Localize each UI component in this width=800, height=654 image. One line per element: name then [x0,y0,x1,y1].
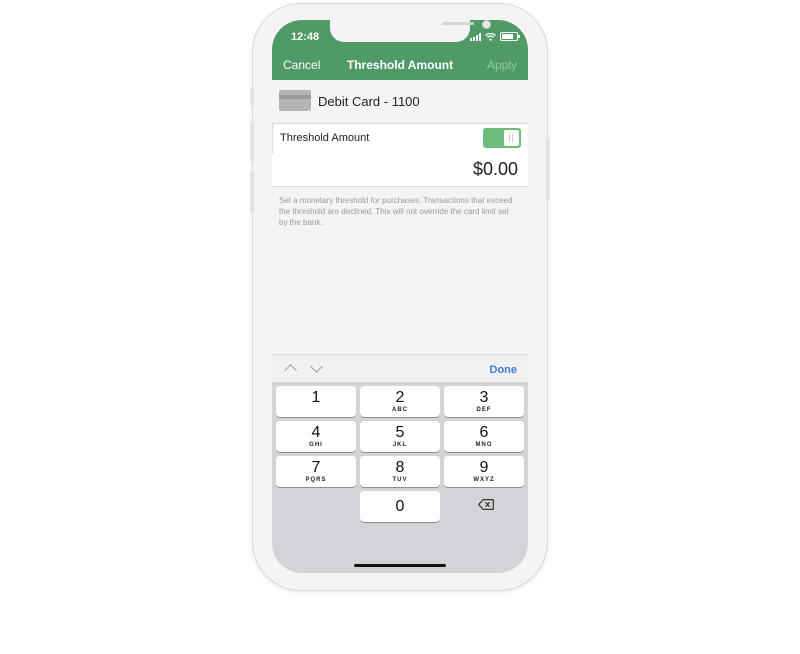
key-letters: PQRS [305,477,327,483]
signal-icon [470,32,481,41]
key-digit: 8 [395,459,405,476]
volume-up-button [250,122,254,162]
amount-field[interactable]: $0.00 [272,154,528,187]
notch [330,20,491,42]
keyboard-toolbar: Done [272,354,528,383]
key-digit: 3 [479,389,489,406]
key-9[interactable]: 9 WXYZ [444,456,524,487]
key-digit: 9 [479,459,489,476]
key-1[interactable]: 1 [276,386,356,417]
key-0[interactable]: 0 [360,491,440,522]
silent-switch [250,88,254,106]
key-digit: 0 [395,498,405,515]
numeric-keypad: 1 2 ABC 3 DEF 4 GHI 5 JKL 6 MNO 7 PQRS 8 [272,382,528,573]
power-button [546,138,550,200]
wifi-icon [485,32,496,41]
key-letters: TUV [392,477,408,483]
key-letters: ABC [392,407,408,413]
key-digit: 5 [395,424,405,441]
toggle-knob [504,130,519,146]
key-letters: JKL [392,442,408,448]
key-digit: 6 [479,424,489,441]
threshold-toggle[interactable] [483,128,521,148]
phone-screen: 12:48 Cancel Threshold Amount Apply Debi… [272,20,528,573]
key-digit: 7 [311,459,321,476]
key-3[interactable]: 3 DEF [444,386,524,417]
chevron-up-icon[interactable] [284,364,297,377]
status-icons [470,32,520,41]
battery-icon [500,32,520,41]
key-digit: 4 [311,424,321,441]
key-4[interactable]: 4 GHI [276,421,356,452]
key-6[interactable]: 6 MNO [444,421,524,452]
key-5[interactable]: 5 JKL [360,421,440,452]
key-8[interactable]: 8 TUV [360,456,440,487]
camera [482,20,491,29]
amount-value: $0.00 [472,159,518,179]
threshold-toggle-row: Threshold Amount [272,123,528,155]
credit-card-icon [279,90,311,111]
threshold-description: Set a monetary threshold for purchases. … [279,196,513,227]
key-letters: DEF [476,407,492,413]
key-7[interactable]: 7 PQRS [276,456,356,487]
status-time: 12:48 [291,31,320,43]
key-digit: 2 [395,389,405,406]
key-2[interactable]: 2 ABC [360,386,440,417]
threshold-toggle-label: Threshold Amount [280,132,370,144]
home-indicator[interactable] [354,564,446,567]
key-letters: GHI [309,442,323,448]
volume-down-button [250,172,254,212]
speaker [442,22,474,25]
header-bar: 12:48 Cancel Threshold Amount Apply [272,20,528,80]
key-digit: 1 [311,389,321,406]
card-row: Debit Card - 1100 [272,80,528,124]
key-letters: WXYZ [473,477,495,483]
chevron-down-icon[interactable] [310,360,323,373]
delete-icon[interactable] [478,499,494,510]
done-button[interactable]: Done [490,364,518,376]
card-label: Debit Card - 1100 [318,94,420,109]
apply-button[interactable]: Apply [487,58,517,72]
key-letters: MNO [475,442,493,448]
